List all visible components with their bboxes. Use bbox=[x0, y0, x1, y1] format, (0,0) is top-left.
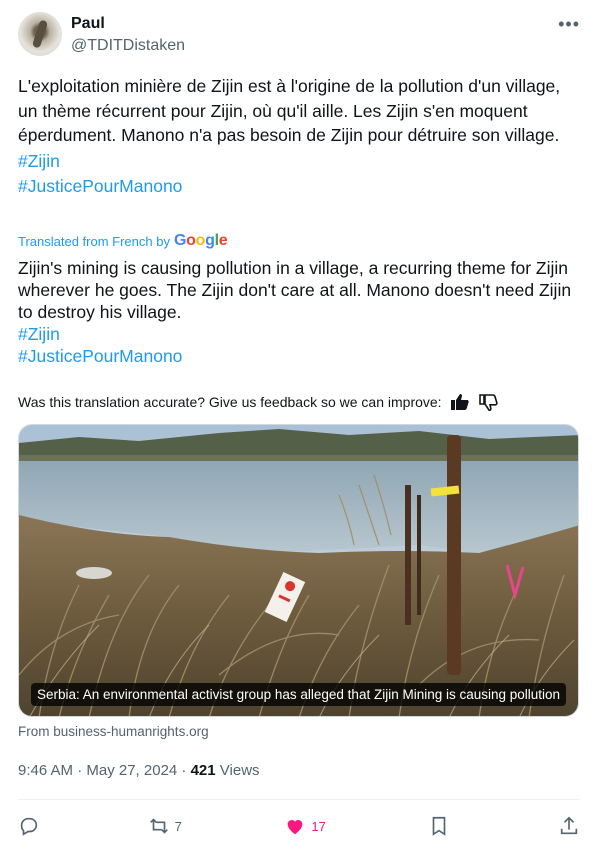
thumbs-down-icon[interactable] bbox=[478, 393, 498, 412]
avatar[interactable] bbox=[18, 12, 62, 56]
tweet-meta: 9:46 AM · May 27, 2024 · 421 Views bbox=[18, 762, 260, 779]
bookmark-icon bbox=[433, 816, 446, 836]
hashtag-link[interactable]: #Zijin bbox=[18, 148, 578, 174]
feedback-prompt: Was this translation accurate? Give us f… bbox=[18, 394, 442, 410]
reply-button[interactable] bbox=[18, 815, 45, 837]
hashtag-link[interactable]: #Zijin bbox=[18, 323, 578, 345]
hashtag-link[interactable]: #JusticePourManono bbox=[18, 173, 578, 199]
lake-photo bbox=[19, 425, 578, 716]
google-logo: Google bbox=[173, 232, 228, 249]
more-icon[interactable]: ••• bbox=[558, 14, 580, 35]
tweet-body: L'exploitation minière de Zijin est à l'… bbox=[18, 74, 578, 199]
retweet-button[interactable]: 7 bbox=[148, 815, 182, 837]
thumbs-up-icon[interactable] bbox=[450, 393, 470, 411]
like-button[interactable]: 17 bbox=[284, 815, 326, 837]
media-caption: Serbia: An environmental activist group … bbox=[31, 683, 567, 706]
views-label: Views bbox=[215, 762, 260, 779]
like-icon bbox=[288, 820, 303, 835]
translation-attribution: Translated from French by Google bbox=[18, 232, 228, 250]
translation-feedback: Was this translation accurate? Give us f… bbox=[18, 393, 498, 412]
bookmark-button[interactable] bbox=[428, 815, 455, 837]
share-icon bbox=[560, 816, 578, 835]
views-count: 421 bbox=[190, 762, 216, 779]
author-handle[interactable]: @TDITDistaken bbox=[71, 37, 185, 55]
author-name[interactable]: Paul bbox=[71, 15, 105, 33]
media-image[interactable]: Serbia: An environmental activist group … bbox=[18, 424, 579, 717]
media-source[interactable]: From business-humanrights.org bbox=[18, 724, 209, 739]
hashtag-link[interactable]: #JusticePourManono bbox=[18, 345, 578, 367]
retweet-count: 7 bbox=[174, 818, 182, 834]
translation-body: Zijin's mining is causing pollution in a… bbox=[18, 258, 572, 322]
timestamp[interactable]: 9:46 AM · May 27, 2024 · bbox=[18, 762, 191, 779]
reply-icon bbox=[20, 817, 38, 836]
share-button[interactable] bbox=[558, 815, 580, 837]
translation-label: Translated from French by bbox=[18, 233, 170, 249]
like-count: 17 bbox=[311, 818, 326, 834]
action-bar: 7 17 bbox=[18, 812, 580, 840]
retweet-icon bbox=[149, 818, 168, 834]
tweet-text: L'exploitation minière de Zijin est à l'… bbox=[18, 76, 561, 145]
tweet-header: Paul @TDITDistaken ••• bbox=[18, 12, 580, 60]
divider bbox=[18, 799, 580, 800]
translated-text: Zijin's mining is causing pollution in a… bbox=[18, 257, 578, 367]
